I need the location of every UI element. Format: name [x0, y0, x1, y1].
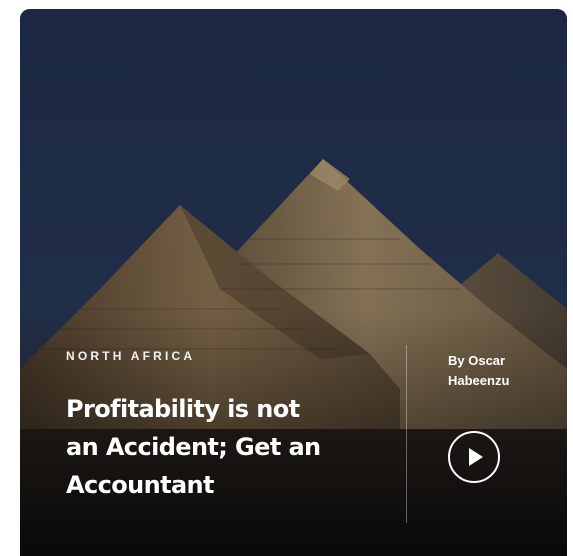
vertical-divider	[406, 345, 407, 523]
article-title[interactable]: Profitability is not an Accident; Get an…	[66, 390, 386, 504]
article-meta: NORTH AFRICA Profitability is not an Acc…	[66, 349, 386, 504]
play-button[interactable]	[448, 431, 500, 483]
article-title-line-3[interactable]: Accountant	[66, 466, 386, 504]
article-title-line-1[interactable]: Profitability is not	[66, 390, 386, 428]
article-card[interactable]: NORTH AFRICA Profitability is not an Acc…	[20, 9, 567, 556]
article-title-line-2[interactable]: an Accident; Get an	[66, 428, 386, 466]
author-byline: By Oscar Habeenzu	[448, 351, 558, 391]
region-label: NORTH AFRICA	[66, 349, 196, 363]
play-icon	[469, 448, 483, 466]
byline-line-2: Habeenzu	[448, 373, 510, 388]
byline-line-1: By Oscar	[448, 353, 506, 368]
